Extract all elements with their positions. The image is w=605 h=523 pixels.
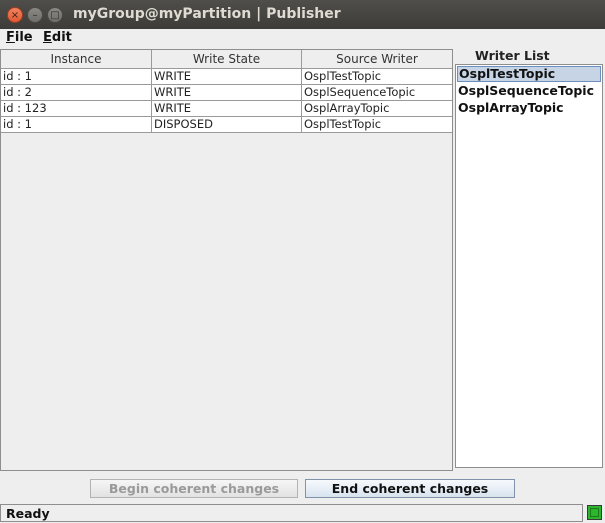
table-row[interactable]: id : 2 WRITE OsplSequenceTopic	[1, 85, 452, 101]
menu-edit-label: dit	[51, 30, 72, 45]
cell-source-writer: OsplSequenceTopic	[304, 85, 416, 99]
maximize-icon: □	[50, 10, 60, 21]
menu-edit-mnemonic: E	[43, 30, 52, 45]
cell-source-writer: OsplTestTopic	[304, 69, 382, 83]
column-header-write-state[interactable]: Write State	[152, 50, 302, 68]
maximize-window-button[interactable]: □	[47, 7, 63, 23]
window-title: myGroup@myPartition | Publisher	[73, 6, 341, 22]
menu-file-label: ile	[14, 30, 33, 45]
menu-file[interactable]: File	[6, 30, 33, 45]
minimize-window-button[interactable]: –	[27, 7, 43, 23]
menu-edit[interactable]: Edit	[43, 30, 72, 45]
status-bar: Ready	[0, 504, 583, 522]
table-header: Instance Write State Source Writer	[1, 50, 452, 69]
cell-source-writer: OsplArrayTopic	[304, 101, 390, 115]
cell-instance: id : 123	[1, 101, 152, 117]
writer-list-label: Writer List	[475, 48, 550, 63]
table-row[interactable]: id : 1 WRITE OsplTestTopic	[1, 69, 452, 85]
table-row[interactable]: id : 123 WRITE OsplArrayTopic	[1, 101, 452, 117]
close-window-button[interactable]: ×	[7, 7, 23, 23]
status-indicator-icon	[587, 505, 602, 520]
status-text: Ready	[6, 506, 50, 521]
begin-coherent-changes-button[interactable]: Begin coherent changes	[90, 479, 298, 498]
writer-list-item[interactable]: OsplArrayTopic	[457, 100, 601, 116]
column-header-source-writer[interactable]: Source Writer	[302, 50, 452, 68]
table-row[interactable]: id : 1 DISPOSED OsplTestTopic	[1, 117, 452, 133]
menu-file-mnemonic: F	[6, 30, 15, 45]
cell-write-state: DISPOSED	[152, 117, 302, 133]
instance-table[interactable]: Instance Write State Source Writer id : …	[0, 49, 453, 471]
column-header-instance[interactable]: Instance	[1, 50, 152, 68]
cell-write-state: WRITE	[152, 69, 302, 85]
menu-bar: File Edit	[0, 29, 605, 47]
writer-list[interactable]: OsplTestTopic OsplSequenceTopic OsplArra…	[455, 64, 603, 468]
cell-write-state: WRITE	[152, 101, 302, 117]
title-bar: × – □ myGroup@myPartition | Publisher	[0, 0, 605, 30]
cell-source-writer: OsplTestTopic	[304, 117, 382, 131]
minimize-icon: –	[32, 10, 38, 21]
close-icon: ×	[10, 10, 20, 21]
cell-write-state: WRITE	[152, 85, 302, 101]
writer-list-item[interactable]: OsplTestTopic	[457, 66, 601, 82]
cell-instance: id : 1	[1, 69, 152, 85]
cell-instance: id : 1	[1, 117, 152, 133]
end-coherent-changes-button[interactable]: End coherent changes	[305, 479, 515, 498]
cell-instance: id : 2	[1, 85, 152, 101]
writer-list-item[interactable]: OsplSequenceTopic	[457, 83, 601, 99]
